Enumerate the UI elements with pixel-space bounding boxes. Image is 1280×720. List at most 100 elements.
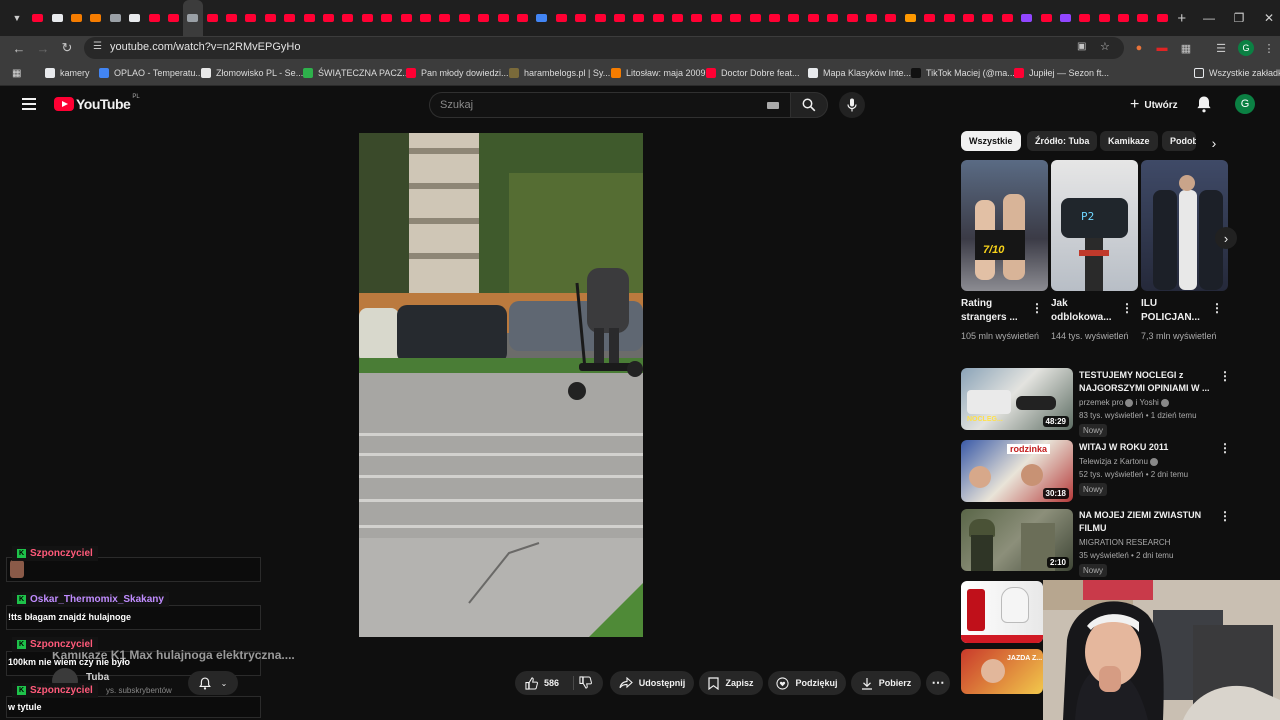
- short-menu-icon[interactable]: ⋮: [1121, 301, 1133, 315]
- new-tab-button[interactable]: +: [1172, 0, 1191, 36]
- browser-tab[interactable]: [455, 0, 474, 36]
- browser-tab[interactable]: [1075, 0, 1094, 36]
- bookmark-item[interactable]: TikTok Maciej (@ma...: [911, 66, 1015, 80]
- browser-tab[interactable]: [804, 0, 823, 36]
- browser-tab[interactable]: [765, 0, 784, 36]
- browser-tab[interactable]: [183, 0, 203, 36]
- bookmark-item[interactable]: Doctor Dobre feat...: [706, 66, 800, 80]
- browser-tab[interactable]: [745, 0, 764, 36]
- browser-tab[interactable]: [571, 0, 590, 36]
- browser-tab[interactable]: [862, 0, 881, 36]
- download-button[interactable]: Pobierz: [851, 671, 921, 695]
- video-title[interactable]: NA MOJEJ ZIEMI ZWIASTUN FILMU: [1079, 509, 1214, 535]
- browser-tab[interactable]: [513, 0, 532, 36]
- short-thumbnail[interactable]: 7/10: [961, 160, 1048, 291]
- browser-tab[interactable]: [552, 0, 571, 36]
- browser-tab[interactable]: [1036, 0, 1055, 36]
- browser-tab[interactable]: [668, 0, 687, 36]
- video-thumbnail[interactable]: [961, 581, 1043, 643]
- browser-tab[interactable]: [319, 0, 338, 36]
- browser-tab[interactable]: [1114, 0, 1133, 36]
- reload-icon[interactable]: ↻: [57, 38, 77, 58]
- channel-name[interactable]: Tuba: [86, 672, 109, 683]
- browser-tab[interactable]: [493, 0, 512, 36]
- browser-tab[interactable]: [299, 0, 318, 36]
- browser-tab[interactable]: [106, 0, 125, 36]
- like-button[interactable]: 586: [525, 676, 559, 690]
- video-menu-icon[interactable]: ⋮: [1219, 441, 1231, 455]
- notifications-button[interactable]: [1196, 95, 1212, 118]
- address-bar[interactable]: ☰ youtube.com/watch?v=n2RMvEPGyHo ▣ ☆: [84, 37, 1124, 59]
- browser-tab[interactable]: [998, 0, 1017, 36]
- video-thumbnail[interactable]: JAZDA Z...: [961, 649, 1043, 694]
- browser-tab[interactable]: [978, 0, 997, 36]
- browser-tab[interactable]: [590, 0, 609, 36]
- channel-name[interactable]: przemek pro i Yoshi: [1079, 396, 1169, 409]
- browser-tab[interactable]: [629, 0, 648, 36]
- share-button[interactable]: Udostępnij: [610, 671, 694, 695]
- close-window-button[interactable]: ✕: [1254, 0, 1280, 36]
- browser-tab[interactable]: [86, 0, 105, 36]
- browser-tab[interactable]: [823, 0, 842, 36]
- video-player[interactable]: [359, 133, 643, 637]
- forward-icon[interactable]: →: [33, 38, 53, 58]
- browser-tab[interactable]: [396, 0, 415, 36]
- browser-tab[interactable]: [881, 0, 900, 36]
- video-thumbnail[interactable]: NOCLEG... 48:29: [961, 368, 1073, 430]
- short-title[interactable]: ILU POLICJAN...: [1141, 297, 1211, 325]
- short-title[interactable]: Jak odblokowa...: [1051, 297, 1121, 325]
- extension-icon[interactable]: ●: [1131, 40, 1147, 56]
- minimize-button[interactable]: —: [1194, 0, 1224, 36]
- all-bookmarks-folder[interactable]: Wszystkie zakładki: [1194, 66, 1280, 80]
- browser-tab[interactable]: [842, 0, 861, 36]
- save-button[interactable]: Zapisz: [699, 671, 763, 695]
- extensions-puzzle-icon[interactable]: ▦: [1178, 40, 1194, 56]
- bookmark-item[interactable]: OPLAO - Temperatu...: [99, 66, 203, 80]
- video-title[interactable]: TESTUJEMY NOCLEGI z NAJGORSZYMI OPINIAMI…: [1079, 369, 1214, 395]
- browser-tab[interactable]: [726, 0, 745, 36]
- browser-tab[interactable]: [901, 0, 920, 36]
- browser-tab[interactable]: [610, 0, 629, 36]
- browser-tab[interactable]: [687, 0, 706, 36]
- site-info-icon[interactable]: ☰: [93, 41, 102, 52]
- restore-button[interactable]: ❐: [1224, 0, 1254, 36]
- browser-tab[interactable]: [649, 0, 668, 36]
- browser-tab[interactable]: [222, 0, 241, 36]
- browser-tab[interactable]: [1153, 0, 1172, 36]
- browser-tab[interactable]: [784, 0, 803, 36]
- chip-source[interactable]: Źródło: Tuba: [1027, 131, 1098, 151]
- browser-tab[interactable]: [338, 0, 357, 36]
- browser-tab[interactable]: [474, 0, 493, 36]
- short-menu-icon[interactable]: ⋮: [1031, 301, 1043, 315]
- bookmark-star-icon[interactable]: ☆: [1100, 40, 1110, 53]
- browser-tab[interactable]: [939, 0, 958, 36]
- browser-tab[interactable]: [358, 0, 377, 36]
- browser-tab[interactable]: [959, 0, 978, 36]
- browser-tab[interactable]: [125, 0, 144, 36]
- subscribe-notification-button[interactable]: ⌄: [188, 671, 238, 695]
- browser-tab[interactable]: [435, 0, 454, 36]
- apps-icon[interactable]: ▦: [12, 66, 21, 80]
- search-input[interactable]: [430, 93, 750, 117]
- bookmark-item[interactable]: harambelogs.pl | Sy...: [509, 66, 610, 80]
- browser-tab[interactable]: [261, 0, 280, 36]
- browser-tab[interactable]: [1133, 0, 1152, 36]
- chevron-right-icon[interactable]: ›: [1199, 131, 1229, 155]
- keyboard-icon[interactable]: [767, 102, 779, 109]
- video-title[interactable]: WITAJ W ROKU 2011: [1079, 441, 1214, 454]
- media-controls-icon[interactable]: ☰: [1213, 40, 1229, 56]
- video-menu-icon[interactable]: ⋮: [1219, 509, 1231, 523]
- shorts-next-button[interactable]: ›: [1215, 227, 1237, 249]
- tab-search-button[interactable]: ▼: [6, 0, 28, 36]
- dislike-button[interactable]: [579, 676, 592, 691]
- chip-all[interactable]: Wszystkie: [961, 131, 1021, 151]
- search-button[interactable]: [790, 92, 828, 118]
- bookmark-item[interactable]: Pan młody dowiedzi...: [406, 66, 509, 80]
- youtube-logo[interactable]: YouTube PL: [54, 94, 140, 112]
- browser-menu-icon[interactable]: ⋮: [1261, 40, 1277, 56]
- back-icon[interactable]: ←: [9, 38, 29, 58]
- browser-tab[interactable]: [1056, 0, 1075, 36]
- bookmark-item[interactable]: Złomowisko PL - Se...: [201, 66, 303, 80]
- bookmark-item[interactable]: Litosław: maja 2009: [611, 66, 706, 80]
- browser-tab[interactable]: [164, 0, 183, 36]
